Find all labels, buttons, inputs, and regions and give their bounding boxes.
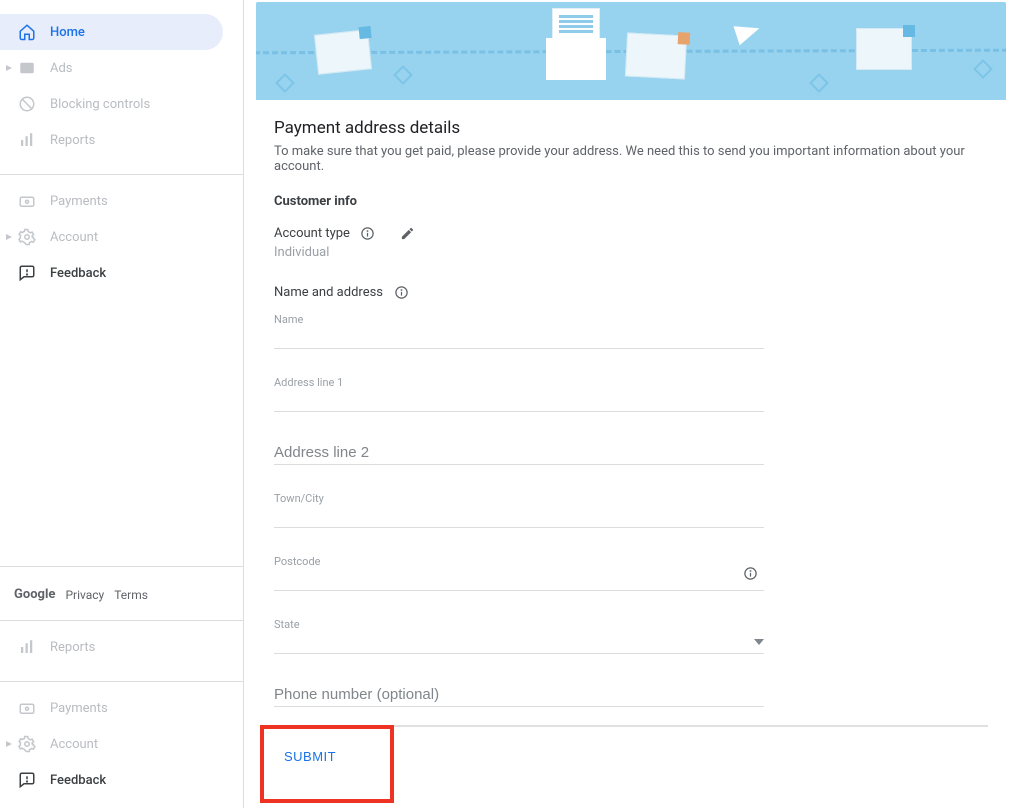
state-select[interactable] [274, 619, 764, 654]
sidebar-item-label: Payments [50, 701, 108, 716]
postcode-input[interactable] [274, 556, 764, 591]
sidebar-item-label: Ads [50, 61, 73, 76]
expand-icon [6, 741, 12, 747]
sidebar-item-blocking-controls[interactable]: Blocking controls [0, 86, 223, 122]
page-title: Payment address details [274, 118, 988, 138]
payments-icon [18, 699, 36, 717]
expand-icon [6, 234, 12, 240]
phone-input[interactable] [274, 682, 764, 707]
address1-input[interactable] [274, 377, 764, 412]
sidebar-item-payments[interactable]: Payments [0, 183, 223, 219]
town-label: Town/City [274, 492, 324, 505]
feedback-icon [18, 771, 36, 789]
town-input[interactable] [274, 493, 764, 528]
name-label: Name [274, 313, 303, 326]
name-input[interactable] [274, 314, 764, 349]
sidebar: Home Ads Blocking controls [0, 0, 244, 808]
sidebar-item-label: Reports [50, 640, 95, 655]
pencil-icon[interactable] [400, 225, 416, 241]
sidebar-item-feedback-2[interactable]: Feedback [0, 762, 223, 798]
ads-icon [18, 59, 36, 77]
terms-link[interactable]: Terms [114, 588, 148, 602]
account-type-label: Account type [274, 226, 350, 241]
sidebar-item-label: Feedback [50, 266, 106, 281]
sidebar-item-label: Payments [50, 194, 108, 209]
sidebar-item-reports-2[interactable]: Reports [0, 629, 223, 665]
gear-icon [18, 228, 36, 246]
feedback-icon [18, 264, 36, 282]
privacy-link[interactable]: Privacy [65, 588, 104, 602]
account-type-value: Individual [274, 245, 988, 260]
page-description: To make sure that you get paid, please p… [274, 144, 988, 174]
postcode-label: Postcode [274, 555, 321, 568]
sidebar-item-reports[interactable]: Reports [0, 122, 223, 158]
sidebar-item-feedback[interactable]: Feedback [0, 255, 223, 291]
banner-illustration [256, 2, 1006, 100]
sidebar-item-label: Blocking controls [50, 97, 150, 112]
state-label: State [274, 618, 300, 631]
reports-icon [18, 131, 36, 149]
reports-icon [18, 638, 36, 656]
sidebar-item-home[interactable]: Home [0, 14, 223, 50]
chevron-down-icon [754, 633, 764, 649]
info-icon[interactable] [393, 284, 409, 300]
google-logo: Google [14, 587, 55, 602]
sidebar-item-label: Feedback [50, 773, 106, 788]
customer-info-heading: Customer info [274, 194, 988, 209]
sidebar-item-account[interactable]: Account [0, 219, 223, 255]
payments-icon [18, 192, 36, 210]
name-address-heading: Name and address [274, 285, 383, 300]
sidebar-footer: Google Privacy Terms [0, 575, 243, 614]
gear-icon [18, 735, 36, 753]
sidebar-item-payments-2[interactable]: Payments [0, 690, 223, 726]
sidebar-item-label: Home [50, 25, 85, 40]
block-icon [18, 95, 36, 113]
sidebar-item-label: Account [50, 737, 98, 752]
sidebar-item-ads[interactable]: Ads [0, 50, 223, 86]
sidebar-item-label: Account [50, 230, 98, 245]
address1-label: Address line 1 [274, 376, 343, 389]
sidebar-item-label: Reports [50, 133, 95, 148]
address2-input[interactable] [274, 440, 764, 465]
home-icon [18, 23, 36, 41]
main-content: Payment address details To make sure tha… [244, 0, 1024, 808]
info-icon[interactable] [743, 566, 758, 585]
submit-button[interactable]: SUBMIT [274, 745, 346, 768]
info-icon[interactable] [360, 225, 376, 241]
expand-icon [6, 65, 12, 71]
sidebar-item-account-2[interactable]: Account [0, 726, 223, 762]
